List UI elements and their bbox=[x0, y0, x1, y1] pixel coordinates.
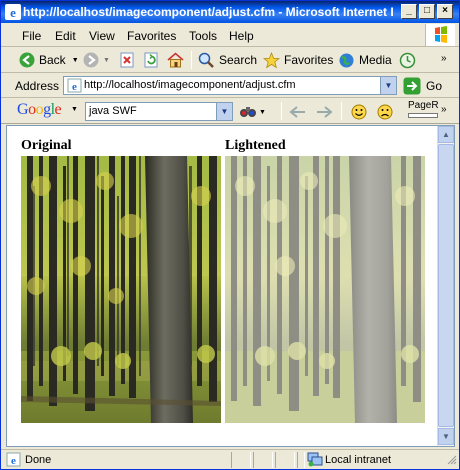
forward-button[interactable]: ▼ bbox=[83, 51, 110, 69]
google-logo[interactable]: Google bbox=[17, 101, 62, 119]
menu-file[interactable]: File bbox=[22, 29, 41, 43]
maximize-button[interactable]: □ bbox=[419, 4, 435, 19]
status-bar: e Done Local intranet bbox=[1, 449, 459, 469]
go-arrow-icon bbox=[403, 77, 421, 95]
forward-dropdown-icon[interactable]: ▼ bbox=[103, 57, 110, 64]
stop-button[interactable] bbox=[119, 51, 135, 69]
favorites-button[interactable]: Favorites bbox=[263, 51, 333, 69]
google-search-dropdown-arrow-icon[interactable]: ▼ bbox=[259, 109, 266, 116]
lightened-caption: Lightened bbox=[225, 138, 286, 153]
original-forest-image bbox=[21, 156, 221, 423]
refresh-button[interactable] bbox=[143, 51, 159, 69]
google-query: java SWF bbox=[89, 105, 137, 117]
resize-grip-icon[interactable] bbox=[447, 455, 457, 465]
go-label: Go bbox=[426, 79, 443, 93]
svg-text:e: e bbox=[11, 455, 16, 467]
menu-bar: File Edit View Favorites Tools Help bbox=[1, 23, 459, 47]
menu-tools[interactable]: Tools bbox=[189, 29, 217, 43]
back-arrow-icon bbox=[19, 52, 35, 68]
smiley-sad-button[interactable] bbox=[377, 103, 393, 121]
google-chevron-icon[interactable]: » bbox=[441, 104, 447, 115]
google-search-input[interactable]: java SWF ▼ bbox=[85, 102, 233, 121]
media-button[interactable]: Media bbox=[338, 51, 392, 69]
address-dropdown-icon[interactable]: ▼ bbox=[380, 77, 396, 94]
vertical-scrollbar[interactable]: ▲ ▼ bbox=[437, 126, 454, 446]
address-bar: Address e http://localhost/imagecomponen… bbox=[1, 73, 459, 98]
page-icon: e bbox=[67, 78, 82, 93]
menu-favorites[interactable]: Favorites bbox=[127, 29, 176, 43]
binoculars-icon bbox=[240, 107, 256, 117]
ie-logo-icon: e bbox=[5, 4, 21, 20]
google-forward-button[interactable] bbox=[315, 103, 333, 121]
scroll-down-icon[interactable]: ▼ bbox=[438, 428, 454, 445]
favorites-label: Favorites bbox=[284, 53, 334, 67]
smiley-happy-button[interactable] bbox=[351, 103, 367, 121]
done-page-icon: e bbox=[6, 452, 21, 467]
menu-view[interactable]: View bbox=[89, 29, 115, 43]
page-content: Original Lightened ▲ ▼ bbox=[6, 125, 455, 447]
pagerank-label: PageR bbox=[408, 100, 439, 111]
forward-arrow-icon bbox=[83, 52, 99, 68]
svg-text:e: e bbox=[10, 5, 16, 20]
svg-text:e: e bbox=[72, 81, 77, 93]
original-caption: Original bbox=[21, 138, 72, 153]
status-text: Done bbox=[25, 454, 52, 466]
address-input[interactable]: e http://localhost/imagecomponent/adjust… bbox=[63, 76, 397, 95]
media-globe-icon bbox=[339, 53, 354, 67]
minimize-button[interactable]: _ bbox=[401, 4, 417, 19]
stop-icon bbox=[120, 52, 134, 68]
media-label: Media bbox=[359, 53, 392, 67]
home-icon bbox=[167, 52, 184, 68]
address-label: Address bbox=[15, 79, 60, 93]
home-button[interactable] bbox=[167, 51, 184, 69]
close-button[interactable]: × bbox=[437, 4, 453, 19]
security-zone-label: Local intranet bbox=[325, 454, 392, 466]
lightened-forest-image bbox=[225, 156, 425, 423]
smiley-sad-icon bbox=[377, 104, 393, 120]
google-search-button[interactable]: ▼ bbox=[239, 103, 266, 121]
local-intranet-icon bbox=[307, 452, 323, 467]
back-button[interactable]: Back ▼ bbox=[19, 51, 79, 69]
back-label: Back bbox=[39, 53, 66, 67]
google-search-dropdown-icon[interactable]: ▼ bbox=[216, 103, 232, 120]
back-dropdown-icon[interactable]: ▼ bbox=[72, 57, 79, 64]
refresh-icon bbox=[144, 52, 158, 68]
google-forward-icon bbox=[317, 106, 333, 118]
google-menu-dropdown-icon[interactable]: ▼ bbox=[71, 106, 78, 113]
search-icon bbox=[198, 52, 214, 68]
scroll-up-icon[interactable]: ▲ bbox=[438, 126, 454, 143]
pagerank-indicator[interactable]: PageR bbox=[405, 100, 439, 122]
menu-help[interactable]: Help bbox=[229, 29, 254, 43]
favorites-star-icon bbox=[263, 51, 280, 68]
history-button[interactable] bbox=[399, 51, 416, 69]
address-url: http://localhost/imagecomponent/adjust.c… bbox=[84, 79, 296, 91]
search-label: Search bbox=[219, 53, 258, 67]
window-title: http://localhost/imagecomponent/adjust.c… bbox=[23, 5, 393, 19]
google-back-button[interactable] bbox=[289, 103, 307, 121]
history-icon bbox=[399, 52, 416, 68]
scrollbar-thumb[interactable] bbox=[438, 144, 454, 427]
smiley-happy-icon bbox=[351, 104, 367, 120]
windows-flag-icon bbox=[425, 24, 455, 46]
google-back-icon bbox=[289, 106, 305, 118]
browser-window: e http://localhost/imagecomponent/adjust… bbox=[0, 0, 460, 470]
title-bar[interactable]: e http://localhost/imagecomponent/adjust… bbox=[1, 1, 459, 23]
search-button[interactable]: Search bbox=[198, 51, 257, 69]
google-toolbar: Google ▼ java SWF ▼ ▼ PageR » bbox=[1, 98, 459, 124]
toolbar-chevron-icon[interactable]: » bbox=[441, 53, 447, 64]
standard-toolbar: Back ▼ ▼ Search Favorites Media » bbox=[1, 47, 459, 73]
menu-edit[interactable]: Edit bbox=[55, 29, 76, 43]
go-button[interactable]: Go bbox=[403, 77, 442, 95]
